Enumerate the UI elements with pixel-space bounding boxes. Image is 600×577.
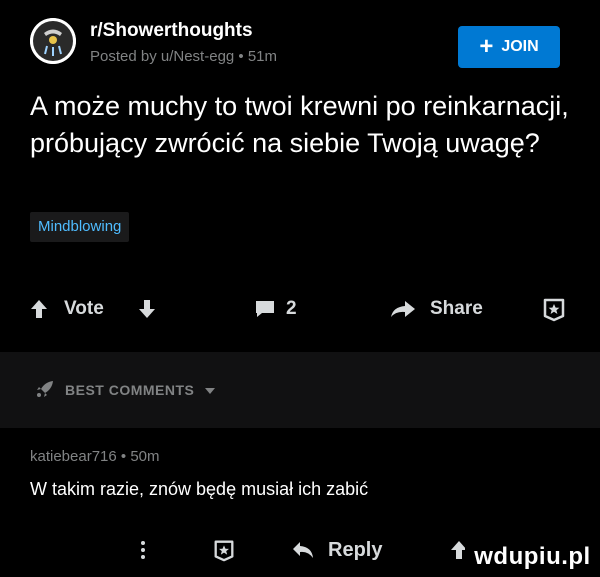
upvote-icon[interactable] [30, 292, 48, 326]
reply-label[interactable]: Reply [328, 532, 382, 568]
share-arrow-icon[interactable] [390, 292, 416, 326]
comment-count[interactable]: 2 [286, 292, 297, 326]
award-icon[interactable] [541, 292, 567, 326]
comment-body: W takim razie, znów będę musiał ich zabi… [30, 479, 369, 499]
reply-icon[interactable] [292, 532, 314, 568]
subreddit-name[interactable]: r/Showerthoughts [90, 20, 253, 42]
subreddit-avatar-icon[interactable] [30, 18, 76, 64]
chevron-down-icon [204, 382, 216, 398]
post-title[interactable]: A może muchy to twoi krewni po reinkarna… [30, 88, 575, 162]
award-icon[interactable] [212, 532, 236, 568]
comment-icon[interactable] [254, 292, 276, 326]
downvote-icon[interactable] [138, 292, 156, 326]
plus-icon: + [479, 33, 494, 60]
post-header: r/Showerthoughts Posted by u/Nest-egg • … [30, 18, 570, 78]
join-label: JOIN [501, 38, 539, 55]
comment-sort-label: BEST COMMENTS [65, 382, 195, 398]
more-dots-icon[interactable] [140, 532, 146, 568]
comment-sort-dropdown[interactable]: BEST COMMENTS [35, 375, 216, 405]
post-meta: Posted by u/Nest-egg • 51m [90, 48, 278, 65]
comment-meta[interactable]: katiebear716 • 50m [30, 448, 160, 465]
vote-label: Vote [64, 298, 104, 319]
site-watermark: wdupiu.pl [465, 537, 600, 577]
post-action-bar: Vote 2 Share [0, 292, 600, 326]
post-flair[interactable]: Mindblowing [30, 212, 130, 242]
join-button[interactable]: + JOIN [458, 26, 560, 68]
share-label[interactable]: Share [430, 292, 483, 326]
rocket-icon [35, 379, 55, 402]
